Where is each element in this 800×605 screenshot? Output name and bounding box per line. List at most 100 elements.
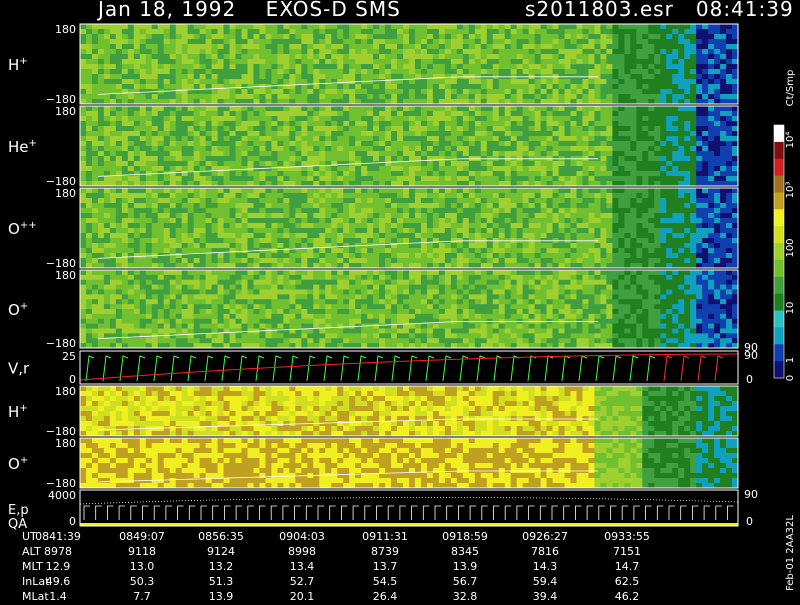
heatmap-cell <box>426 64 434 70</box>
heatmap-cell <box>373 34 380 40</box>
heatmap-cell <box>301 136 308 142</box>
heatmap-cell <box>462 34 470 40</box>
heatmap-cell <box>187 176 195 182</box>
heatmap-cell <box>397 156 404 162</box>
heatmap-cell <box>403 89 410 95</box>
heatmap-cell <box>403 188 410 194</box>
heatmap-cell <box>85 94 93 100</box>
heatmap-cell <box>229 34 236 40</box>
heatmap-cell <box>139 213 147 219</box>
heatmap-cell <box>319 116 326 122</box>
heatmap-cell <box>498 34 506 40</box>
heatmap-cell <box>223 44 230 50</box>
heatmap-cell <box>492 39 500 45</box>
heatmap-cell <box>624 198 631 204</box>
heatmap-cell <box>606 64 613 70</box>
heatmap-cell <box>217 193 224 199</box>
heatmap-cell <box>594 208 601 214</box>
heatmap-cell <box>103 218 111 224</box>
heatmap-cell <box>522 94 530 100</box>
heatmap-cell <box>151 223 159 229</box>
heatmap-cell <box>193 94 201 100</box>
heatmap-cell <box>115 79 123 85</box>
heatmap-cell <box>91 203 99 209</box>
heatmap-cell <box>277 59 284 65</box>
heatmap-cell <box>462 84 470 90</box>
heatmap-cell <box>516 89 524 95</box>
heatmap-cell <box>576 64 583 70</box>
heatmap-cell <box>456 126 464 132</box>
heatmap-cell <box>648 29 655 35</box>
heatmap-cell <box>253 208 260 214</box>
heatmap-cell <box>367 126 374 132</box>
heatmap-cell <box>456 106 464 112</box>
heatmap-cell <box>241 176 248 182</box>
heatmap-cell <box>169 121 177 127</box>
heatmap-cell <box>696 24 703 30</box>
heatmap-cell <box>277 208 284 214</box>
heatmap-cell <box>133 116 141 122</box>
heatmap-cell <box>169 223 177 229</box>
heatmap-cell <box>211 111 218 117</box>
heatmap-cell <box>564 116 571 122</box>
heatmap-cell <box>456 39 464 45</box>
heatmap-cell <box>630 151 637 157</box>
heatmap-cell <box>127 59 135 65</box>
heatmap-cell <box>414 193 422 199</box>
heatmap-cell <box>283 141 290 147</box>
heatmap-cell <box>313 34 320 40</box>
heatmap-cell <box>600 176 607 182</box>
heatmap-cell <box>732 176 739 182</box>
heatmap-cell <box>576 208 583 214</box>
heatmap-cell <box>666 121 673 127</box>
heatmap-cell <box>169 253 177 259</box>
heatmap-cell <box>391 171 398 177</box>
heatmap-cell <box>516 151 524 157</box>
heatmap-cell <box>732 49 739 55</box>
heatmap-cell <box>516 258 524 264</box>
heatmap-cell <box>85 218 93 224</box>
heatmap-cell <box>576 176 583 182</box>
heatmap-cell <box>283 161 290 167</box>
heatmap-cell <box>522 84 530 90</box>
heatmap-cell <box>696 94 703 100</box>
heatmap-cell <box>582 121 589 127</box>
heatmap-cell <box>151 54 159 60</box>
heatmap-cell <box>349 258 356 264</box>
heatmap-cell <box>397 258 404 264</box>
heatmap-cell <box>397 228 404 234</box>
heatmap-cell <box>654 116 661 122</box>
heatmap-cell <box>558 126 565 132</box>
heatmap-cell <box>85 126 93 132</box>
heatmap-cell <box>157 131 165 137</box>
heatmap-cell <box>271 84 278 90</box>
heatmap-cell <box>660 89 667 95</box>
heatmap-cell <box>391 208 398 214</box>
heatmap-cell <box>462 166 470 172</box>
heatmap-cell <box>420 121 428 127</box>
heatmap-cell <box>438 258 446 264</box>
heatmap-cell <box>139 89 147 95</box>
heatmap-cell <box>331 121 338 127</box>
heatmap-cell <box>612 111 619 117</box>
heatmap-cell <box>241 136 248 142</box>
heatmap-cell <box>678 74 685 80</box>
heatmap-cell <box>486 111 494 117</box>
heatmap-cell <box>133 193 141 199</box>
heatmap-cell <box>133 121 141 127</box>
heatmap-cell <box>456 59 464 65</box>
heatmap-cell <box>199 248 207 254</box>
heatmap-cell <box>510 79 518 85</box>
heatmap-cell <box>534 111 541 117</box>
heatmap-cell <box>271 121 278 127</box>
heatmap-cell <box>504 141 512 147</box>
heatmap-cell <box>289 44 296 50</box>
heatmap-cell <box>660 151 667 157</box>
heatmap-cell <box>426 136 434 142</box>
heatmap-cell <box>588 126 595 132</box>
heatmap-cell <box>343 39 350 45</box>
heatmap-cell <box>127 248 135 254</box>
heatmap-cell <box>672 131 679 137</box>
heatmap-cell <box>181 64 189 70</box>
heatmap-cell <box>708 84 715 90</box>
